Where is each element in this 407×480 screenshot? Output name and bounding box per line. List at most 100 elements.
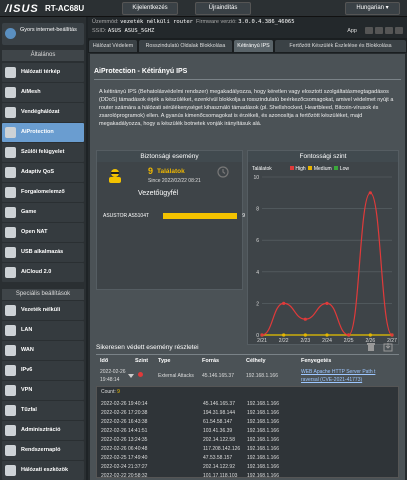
data-point-high [325,301,329,305]
sidebar-item-label: Szülői felügyelet [21,149,65,155]
legend-swatch-high [290,166,294,170]
severity-header: Fontossági szint [248,151,398,162]
firmware-value[interactable]: 3.0.0.4.386_46065 [238,19,294,25]
sidebar-item-network-map[interactable]: Hálózati térkép [2,63,84,82]
sidebar-item-guest-network[interactable]: Vendéghálózat [2,103,84,122]
data-point-high [347,333,351,337]
sidebar-item-ipv6[interactable]: IPv6 [2,361,84,380]
data-point-medium [282,333,286,337]
sidebar-item-wireless[interactable]: Vezeték nélküli [2,301,84,320]
legend-title: Találatok [252,166,272,172]
internet-status-icon[interactable] [395,27,403,34]
admin-icon [5,425,16,436]
event-count-label: Találatok [157,168,185,175]
log-time: 2022-02-26 06:40:48 [101,446,148,452]
sidebar-item-label: AiMesh [21,89,41,95]
quick-setup-button[interactable]: Gyors internet-beállítás [2,23,84,45]
sidebar-item-label: AiCloud 2.0 [21,269,52,275]
wan-icon [5,345,16,356]
col-level: Szint [135,358,149,364]
sidebar-item-usb[interactable]: USB alkalmazás [2,243,84,262]
log-row: 2022-02-26 17:20:38 194.31.98.144 192.168.… [97,408,398,417]
user-status-icon[interactable] [375,27,383,34]
data-point-medium [368,333,372,337]
sidebar-item-parental[interactable]: Szülői felügyelet [2,143,84,162]
log-row: 2022-02-25 17:49:40 47.53.58.157 192.168.1… [97,453,398,462]
sidebar-item-open-nat[interactable]: Open NAT [2,223,84,242]
data-point-high [390,333,394,337]
data-point-high [282,301,286,305]
legend-low: Low [339,166,350,172]
security-event-header: Biztonsági esemény [97,151,242,162]
log-time: 2022-02-24 21:37:27 [101,464,148,470]
threat-link[interactable]: WEB Apache HTTP Server Path t [301,369,375,375]
threat-link-cont[interactable]: raversal (CVE-2021-41773) [301,377,362,383]
sidebar-item-label: Forgalomelemző [21,189,65,195]
usb-status-icon[interactable] [385,27,393,34]
sidebar-item-firewall[interactable]: Tűzfal [2,401,84,420]
client-name[interactable]: ASUSTOR AS5104T [103,213,149,219]
tab-network-protection[interactable]: Hálózat Védelem [89,40,137,52]
logout-button[interactable]: Kijelentkezés [122,2,178,15]
x-tick-label: 2/24 [322,338,332,343]
sidebar-item-label: USB alkalmazás [21,249,64,255]
export-icon[interactable] [383,342,393,352]
firewall-icon [5,405,16,416]
tab-malicious-sites[interactable]: Rosszindulatú Oldalak Blokkolása [139,40,232,52]
tab-bar: Hálózat Védelem Rosszindulatú Oldalak Bl… [88,38,407,53]
sidebar-item-label: AiProtection [21,129,54,135]
sidebar-item-game[interactable]: Game [2,203,84,222]
sidebar-item-label: Vezeték nélküli [21,307,61,313]
sidebar-item-traffic[interactable]: Forgalomelemző [2,183,84,202]
sidebar-item-tools[interactable]: Hálózati eszközök [2,461,84,480]
sidebar-item-vpn[interactable]: VPN [2,381,84,400]
sidebar-item-lan[interactable]: LAN [2,321,84,340]
top-client-header: Vezetőügyfél [138,190,179,197]
mode-value[interactable]: vezeték nélküli router [120,19,193,25]
severity-chart: 02468102/21 2/22 2/23 2/24 2/25 2/26 2/27 [253,175,397,343]
col-source: Forrás [202,358,220,364]
series-line-high [261,192,393,336]
y-tick-label: 6 [256,238,259,244]
log-row: 2022-02-26 19:40:14 45.146.165.37 192.168.… [97,399,398,408]
language-select[interactable]: Hungarian ▾ [345,2,400,15]
sidebar-item-aimesh[interactable]: AiMesh [2,83,84,102]
sidebar-item-label: LAN [21,327,33,333]
expand-icon[interactable] [127,372,135,380]
client-hits-bar: 9 [163,213,245,219]
log-source: 202.14.122.92 [203,464,235,470]
hacker-icon [109,169,121,183]
asus-logo[interactable]: /ISUS [5,3,39,15]
events-divider [96,354,399,355]
client-hits-fill [163,213,237,219]
sidebar-item-admin[interactable]: Adminisztráció [2,421,84,440]
log-dest: 192.168.1.166 [247,473,279,479]
wireless-icon [5,305,16,316]
event-log-list: Count: 9 2022-02-26 19:40:14 45.146.165.3… [96,386,399,479]
client-hits-value: 9 [242,213,245,219]
y-tick-label: 10 [253,175,259,181]
page-title: AiProtection - Kétirányú IPS [94,68,188,75]
aimesh-status-icon[interactable] [365,27,373,34]
log-source: 194.31.98.144 [203,410,235,416]
sidebar-item-aicloud[interactable]: AiCloud 2.0 [2,263,84,282]
main-content: Hálózat Védelem Rosszindulatú Oldalak Bl… [88,38,407,480]
log-row: 2022-02-26 13:24:35 202.14.122.58 192.168.… [97,435,398,444]
sidebar-item-aiprotection[interactable]: AiProtection [2,123,84,142]
app-label[interactable]: App [347,28,357,34]
advanced-section-header: Speciális beállítások [2,289,84,300]
data-point-high [368,191,372,195]
ips-description: A kétirányú IPS (Behatolásvédelmi rendsz… [99,89,394,127]
delete-icon[interactable] [366,342,376,352]
data-point-high [260,333,264,337]
tab-two-way-ips[interactable]: Kétirányú IPS [234,40,273,52]
history-icon[interactable] [216,165,230,179]
sidebar-item-label: Rendszernapló [21,447,61,453]
tab-infected-device[interactable]: Fertőzött Készülék Észlelése és Blokkolá… [275,40,406,52]
log-source: 45.146.165.37 [203,401,235,407]
sidebar-item-syslog[interactable]: Rendszernapló [2,441,84,460]
sidebar-item-qos[interactable]: Adaptív QoS [2,163,84,182]
log-time: 2022-02-26 19:40:14 [101,401,148,407]
reboot-button[interactable]: Újraindítás [195,2,251,15]
sidebar-item-wan[interactable]: WAN [2,341,84,360]
